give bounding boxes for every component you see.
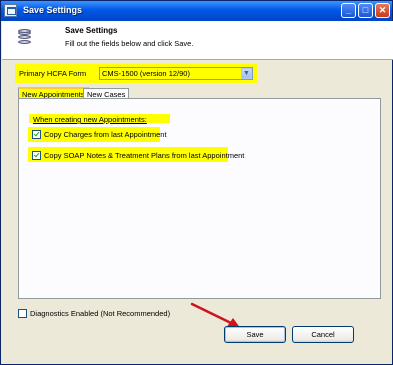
- save-button[interactable]: Save: [224, 326, 286, 343]
- hcfa-form-value: CMS-1500 (version 12/90): [102, 69, 190, 78]
- diagnostics-checkbox[interactable]: [18, 309, 27, 318]
- header-title: Save Settings: [65, 26, 118, 35]
- dialog-header: Save Settings Fill out the fields below …: [2, 21, 393, 60]
- chevron-down-icon[interactable]: ▼: [241, 68, 252, 79]
- maximize-button[interactable]: □: [358, 3, 373, 18]
- cancel-button[interactable]: Cancel: [292, 326, 354, 343]
- window-icon: [4, 4, 17, 17]
- copy-charges-checkbox[interactable]: [32, 130, 41, 139]
- title-bar[interactable]: Save Settings _ □ ✕: [1, 1, 392, 21]
- copy-soap-label: Copy SOAP Notes & Treatment Plans from l…: [44, 151, 245, 160]
- minimize-button[interactable]: _: [341, 3, 356, 18]
- hcfa-label: Primary HCFA Form: [19, 69, 87, 78]
- diagnostics-label: Diagnostics Enabled (Not Recommended): [30, 309, 171, 318]
- copy-charges-label: Copy Charges from last Appointment: [44, 130, 167, 139]
- copy-soap-checkbox[interactable]: [32, 151, 41, 160]
- save-settings-dialog: Save Settings _ □ ✕ Save Settings Fill o…: [0, 0, 393, 365]
- window-title: Save Settings: [23, 5, 83, 15]
- appointments-heading: When creating new Appointments:: [33, 115, 147, 124]
- hcfa-form-select[interactable]: CMS-1500 (version 12/90) ▼: [99, 67, 253, 80]
- header-subtitle: Fill out the fields below and click Save…: [65, 39, 194, 48]
- close-button[interactable]: ✕: [375, 3, 390, 18]
- database-icon: [18, 29, 31, 47]
